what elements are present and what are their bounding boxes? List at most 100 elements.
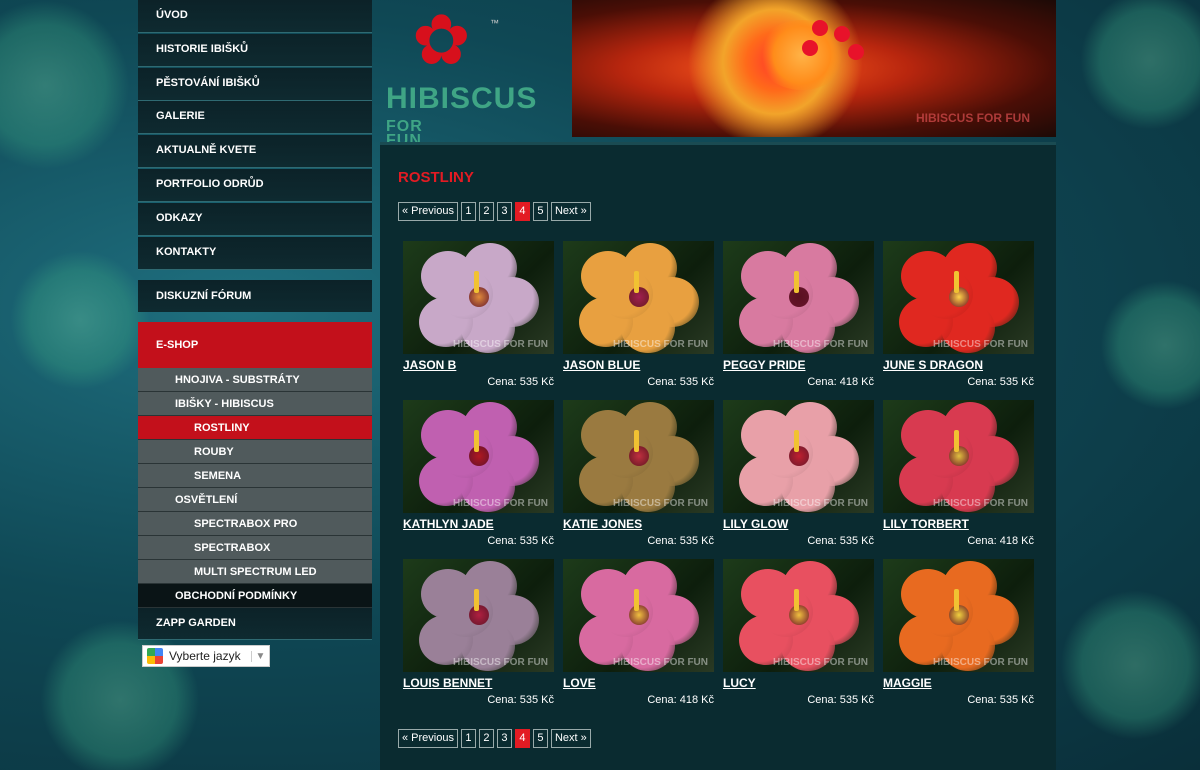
- eshop-subitem[interactable]: ROUBY: [138, 440, 372, 465]
- product-name-link[interactable]: MAGGIE: [883, 676, 1034, 690]
- nav-item-uvod[interactable]: ÚVOD: [138, 0, 372, 33]
- product-image[interactable]: HIBISCUS FOR FUN: [563, 559, 714, 672]
- flower-stamen: [474, 430, 479, 452]
- product-card: HIBISCUS FOR FUN PEGGY PRIDE Cena: 418 Kč: [723, 241, 874, 391]
- pager-page-button[interactable]: 4: [514, 729, 530, 748]
- product-name-link[interactable]: LOUIS BENNET: [403, 676, 554, 690]
- background-flower: [1060, 590, 1200, 740]
- product-card: HIBISCUS FOR FUN LUCY Cena: 535 Kč: [723, 559, 874, 709]
- product-name-link[interactable]: JUNE S DRAGON: [883, 358, 1034, 372]
- main-content: ROSTLINY « Previous 1 2 3 4 5 Next » HIBISCUS …: [380, 142, 1056, 770]
- image-watermark: HIBISCUS FOR FUN: [453, 657, 548, 668]
- banner-dot: [812, 20, 828, 36]
- product-card: HIBISCUS FOR FUN KATHLYN JADE Cena: 535 Kč: [403, 400, 554, 550]
- eshop-subitem[interactable]: ROSTLINY: [138, 416, 372, 441]
- banner-dot: [834, 26, 850, 42]
- nav-item-kontakty[interactable]: KONTAKTY: [138, 236, 372, 270]
- product-price: Cena: 535 Kč: [807, 535, 874, 547]
- banner-watermark: HIBISCUS FOR FUN: [916, 111, 1030, 125]
- image-watermark: HIBISCUS FOR FUN: [613, 339, 708, 350]
- product-card: HIBISCUS FOR FUN MAGGIE Cena: 535 Kč: [883, 559, 1034, 709]
- product-price: Cena: 535 Kč: [967, 694, 1034, 706]
- pager-page-button[interactable]: 5: [532, 202, 548, 221]
- product-image[interactable]: HIBISCUS FOR FUN: [403, 559, 554, 672]
- pager-next-button[interactable]: Next »: [550, 729, 591, 748]
- product-card: HIBISCUS FOR FUN LOVE Cena: 418 Kč: [563, 559, 714, 709]
- nav-item-eshop[interactable]: E-SHOP: [138, 322, 372, 369]
- product-name-link[interactable]: KATIE JONES: [563, 517, 714, 531]
- eshop-submenu: HNOJIVA - SUBSTRÁTY IBIŠKY - HIBISCUS ROST…: [138, 368, 372, 609]
- pager-page-button[interactable]: 5: [532, 729, 548, 748]
- eshop-subitem[interactable]: SPECTRABOX PRO: [138, 512, 372, 537]
- nav-item-galerie[interactable]: GALERIE: [138, 101, 372, 135]
- eshop-subitem[interactable]: MULTI SPECTRUM LED: [138, 560, 372, 585]
- product-image[interactable]: HIBISCUS FOR FUN: [723, 400, 874, 513]
- pager-page-button[interactable]: 3: [496, 202, 512, 221]
- product-price: Cena: 535 Kč: [647, 376, 714, 388]
- image-watermark: HIBISCUS FOR FUN: [773, 339, 868, 350]
- logo-text: HIBISCUS FOR FUN: [386, 82, 570, 150]
- pager-page-button[interactable]: 2: [478, 729, 494, 748]
- background-flower: [1080, 0, 1200, 130]
- google-icon: [147, 648, 163, 665]
- pager-next-button[interactable]: Next »: [550, 202, 591, 221]
- product-name-link[interactable]: LILY GLOW: [723, 517, 874, 531]
- product-card: HIBISCUS FOR FUN JUNE S DRAGON Cena: 535 K…: [883, 241, 1034, 391]
- nav-item-portfolio[interactable]: PORTFOLIO ODRŮD: [138, 168, 372, 202]
- pager-previous-button[interactable]: « Previous: [398, 202, 458, 221]
- flower-stamen: [474, 271, 479, 293]
- product-name-link[interactable]: LILY TORBERT: [883, 517, 1034, 531]
- pager-previous-button[interactable]: « Previous: [398, 729, 458, 748]
- flower-stamen: [634, 430, 639, 452]
- pagination-top: « Previous 1 2 3 4 5 Next »: [398, 202, 591, 221]
- product-card: HIBISCUS FOR FUN LILY GLOW Cena: 535 Kč: [723, 400, 874, 550]
- flower-center: [469, 605, 489, 625]
- nav-item-odkazy[interactable]: ODKAZY: [138, 202, 372, 236]
- product-image[interactable]: HIBISCUS FOR FUN: [403, 400, 554, 513]
- header-banner: HIBISCUS FOR FUN: [572, 0, 1056, 137]
- pager-page-button[interactable]: 1: [460, 202, 476, 221]
- nav-item-forum[interactable]: DISKUZNÍ FÓRUM: [138, 280, 372, 313]
- product-name-link[interactable]: JASON B: [403, 358, 554, 372]
- product-name-link[interactable]: KATHLYN JADE: [403, 517, 554, 531]
- eshop-subitem[interactable]: SPECTRABOX: [138, 536, 372, 561]
- chevron-down-icon: ▼: [251, 650, 269, 662]
- product-price: Cena: 535 Kč: [647, 535, 714, 547]
- product-image[interactable]: HIBISCUS FOR FUN: [883, 400, 1034, 513]
- product-name-link[interactable]: PEGGY PRIDE: [723, 358, 874, 372]
- product-name-link[interactable]: JASON BLUE: [563, 358, 714, 372]
- nav-item-historie[interactable]: HISTORIE IBIŠKŮ: [138, 33, 372, 67]
- hibiscus-logo-icon: ✿: [412, 1, 471, 79]
- pager-page-button[interactable]: 1: [460, 729, 476, 748]
- product-image[interactable]: HIBISCUS FOR FUN: [563, 241, 714, 354]
- nav-item-aktualne[interactable]: AKTUALNĚ KVETE: [138, 135, 372, 169]
- product-name-link[interactable]: LOVE: [563, 676, 714, 690]
- product-image[interactable]: HIBISCUS FOR FUN: [723, 241, 874, 354]
- eshop-subitem[interactable]: IBIŠKY - HIBISCUS: [138, 392, 372, 417]
- eshop-subitem[interactable]: OBCHODNÍ PODMÍNKY: [138, 584, 372, 609]
- eshop-subitem[interactable]: OSVĚTLENÍ: [138, 488, 372, 513]
- site-logo[interactable]: ✿ ™ HIBISCUS FOR FUN: [382, 0, 570, 149]
- nav-item-zapp-garden[interactable]: ZAPP GARDEN: [138, 608, 372, 641]
- eshop-subitem[interactable]: HNOJIVA - SUBSTRÁTY: [138, 368, 372, 393]
- pager-page-button[interactable]: 3: [496, 729, 512, 748]
- product-image[interactable]: HIBISCUS FOR FUN: [883, 559, 1034, 672]
- product-image[interactable]: HIBISCUS FOR FUN: [563, 400, 714, 513]
- product-price: Cena: 418 Kč: [807, 376, 874, 388]
- product-image[interactable]: HIBISCUS FOR FUN: [723, 559, 874, 672]
- nav-item-pestovani[interactable]: PĚSTOVÁNÍ IBIŠKŮ: [138, 67, 372, 101]
- flower-stamen: [794, 271, 799, 293]
- pager-page-button[interactable]: 4: [514, 202, 530, 221]
- sidebar: ÚVOD HISTORIE IBIŠKŮ PĚSTOVÁNÍ IBIŠKŮ GA…: [138, 0, 372, 668]
- product-name-link[interactable]: LUCY: [723, 676, 874, 690]
- pager-page-button[interactable]: 2: [478, 202, 494, 221]
- product-price: Cena: 535 Kč: [487, 694, 554, 706]
- product-price: Cena: 535 Kč: [967, 376, 1034, 388]
- background-flower: [0, 0, 130, 170]
- eshop-subitem[interactable]: SEMENA: [138, 464, 372, 489]
- product-image[interactable]: HIBISCUS FOR FUN: [883, 241, 1034, 354]
- flower-stamen: [954, 589, 959, 611]
- image-watermark: HIBISCUS FOR FUN: [773, 498, 868, 509]
- language-select[interactable]: Vyberte jazyk ▼: [142, 645, 270, 668]
- product-image[interactable]: HIBISCUS FOR FUN: [403, 241, 554, 354]
